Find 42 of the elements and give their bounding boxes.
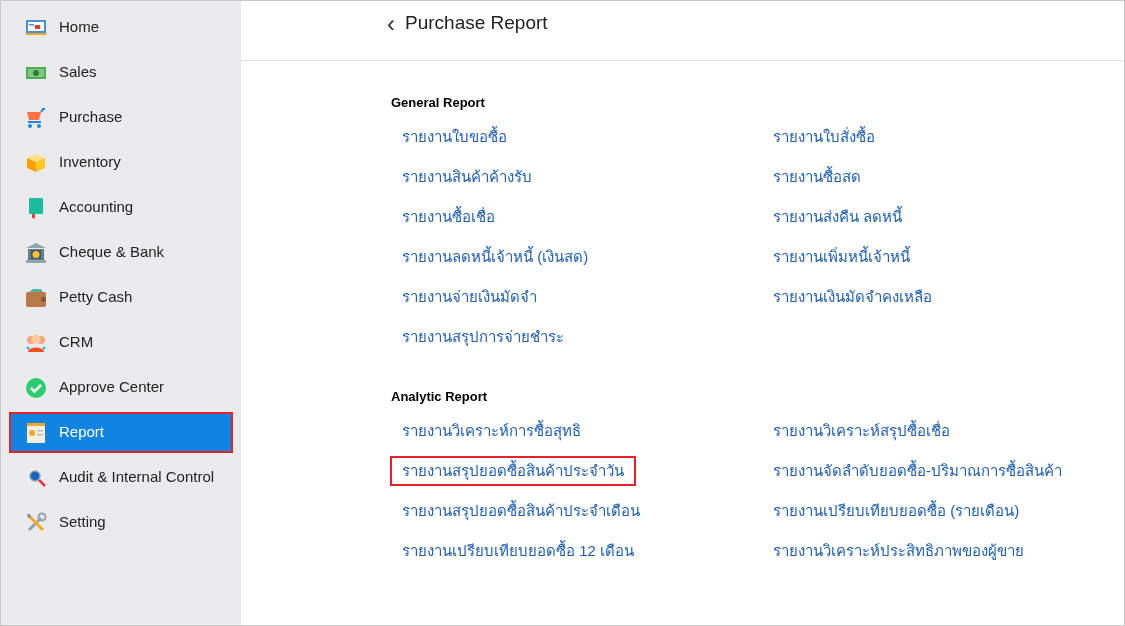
sidebar-item[interactable]: Approve Center xyxy=(9,367,233,408)
report-link[interactable]: รายงานเพิ่มหนี้เจ้าหนี้ xyxy=(761,242,922,273)
report-link[interactable]: รายงานใบสั่งซื้อ xyxy=(761,122,887,153)
report-link[interactable]: รายงานซื้อเชื่อ xyxy=(390,202,507,233)
document-icon xyxy=(25,421,47,444)
back-button[interactable]: ‹ xyxy=(387,11,395,36)
sidebar-item[interactable]: Purchase xyxy=(9,97,233,138)
sidebar-item[interactable]: Cheque & Bank xyxy=(9,232,233,273)
report-link[interactable]: รายงานเปรียบเทียบยอดซื้อ 12 เดือน xyxy=(390,536,647,566)
bank-icon xyxy=(25,241,47,264)
cart-icon xyxy=(25,106,47,129)
sidebar-item[interactable]: Setting xyxy=(9,502,233,543)
sidebar-item[interactable]: Home xyxy=(9,7,233,48)
report-link[interactable]: รายงานซื้อสด xyxy=(761,162,873,193)
report-link[interactable]: รายงานสรุปการจ่ายชำระ xyxy=(390,322,576,353)
page-title: Purchase Report xyxy=(405,11,548,36)
report-link[interactable]: รายงานวิเคราะห์ประสิทธิภาพของผู้ขาย xyxy=(761,536,1036,566)
report-link[interactable]: รายงานเปรียบเทียบยอดซื้อ (รายเดือน) xyxy=(761,496,1032,526)
check-circle-icon xyxy=(25,376,47,399)
wallet-icon xyxy=(25,286,47,309)
section-title: General Report xyxy=(391,94,486,112)
report-link[interactable]: รายงานสรุปยอดซื้อสินค้าประจำเดือน xyxy=(390,496,652,526)
report-link[interactable]: รายงานสินค้าค้างรับ xyxy=(390,162,544,193)
sidebar-item[interactable]: Accounting xyxy=(9,187,233,228)
report-link[interactable]: รายงานวิเคราะห์สรุปซื้อเชื่อ xyxy=(761,416,962,446)
sidebar-item[interactable]: Inventory xyxy=(9,142,233,183)
box-icon xyxy=(25,151,47,174)
sidebar-item[interactable]: Petty Cash xyxy=(9,277,233,318)
report-link[interactable]: รายงานจ่ายเงินมัดจำ xyxy=(390,282,549,313)
report-link[interactable]: รายงานลดหนี้เจ้าหนี้ (เงินสด) xyxy=(390,242,601,273)
report-link[interactable]: รายงานใบขอซื้อ xyxy=(390,122,519,153)
sidebar-item[interactable]: Sales xyxy=(9,52,233,93)
section-title: Analytic Report xyxy=(391,387,489,406)
sidebar-item[interactable]: Report xyxy=(9,412,233,453)
tools-icon xyxy=(25,511,47,534)
sidebar-item[interactable]: CRM xyxy=(9,322,233,363)
report-link[interactable]: รายงานส่งคืน ลดหนี้ xyxy=(761,202,915,233)
report-link[interactable]: รายงานเงินมัดจำคงเหลือ xyxy=(761,282,944,313)
sidebar-item[interactable]: Audit & Internal Control xyxy=(9,457,233,498)
report-link[interactable]: รายงานสรุปยอดซื้อสินค้าประจำวัน xyxy=(390,456,636,486)
report-link[interactable]: รายงานวิเคราะห์การซื้อสุทธิ xyxy=(390,416,593,446)
report-link[interactable]: รายงานจัดลำดับยอดซื้อ-ปริมาณการซื้อสินค้า xyxy=(761,456,1074,486)
